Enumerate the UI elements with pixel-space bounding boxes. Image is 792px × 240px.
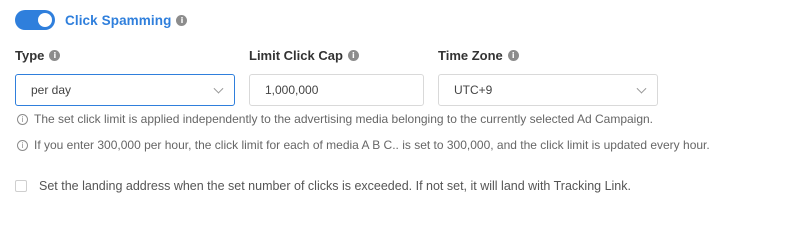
limit-click-cap-label: Limit Click Cap bbox=[249, 47, 343, 63]
limit-label-group: Limit Click Cap i bbox=[249, 46, 359, 64]
info-icon[interactable]: i bbox=[176, 14, 188, 26]
note-2-text: If you enter 300,000 per hour, the click… bbox=[34, 138, 710, 152]
landing-address-checkbox[interactable] bbox=[15, 180, 27, 192]
landing-address-option[interactable]: Set the landing address when the set num… bbox=[15, 177, 631, 195]
limit-info-icon[interactable]: i bbox=[347, 49, 359, 61]
type-info-icon[interactable]: i bbox=[49, 49, 61, 61]
click-spamming-toggle[interactable] bbox=[15, 10, 55, 30]
limit-click-cap-value: 1,000,000 bbox=[265, 83, 319, 97]
note-1-text: The set click limit is applied independe… bbox=[34, 112, 654, 126]
chevron-down-icon bbox=[636, 83, 647, 94]
note-1: i The set click limit is applied indepen… bbox=[17, 110, 653, 128]
landing-address-label: Set the landing address when the set num… bbox=[39, 179, 631, 193]
info-circle-icon: i bbox=[17, 113, 28, 125]
time-zone-label: Time Zone bbox=[438, 47, 503, 63]
timezone-info-icon[interactable]: i bbox=[507, 49, 519, 61]
time-zone-value: UTC+9 bbox=[454, 83, 493, 97]
note-2: i If you enter 300,000 per hour, the cli… bbox=[17, 136, 710, 154]
chevron-down-icon bbox=[213, 83, 224, 94]
toggle-knob bbox=[38, 13, 52, 27]
info-circle-icon: i bbox=[17, 139, 28, 151]
type-label-group: Type i bbox=[15, 46, 61, 64]
time-zone-select[interactable]: UTC+9 bbox=[438, 74, 658, 106]
click-spamming-title: Click Spamming bbox=[65, 12, 172, 28]
timezone-label-group: Time Zone i bbox=[438, 46, 519, 64]
click-spamming-header: Click Spamming i bbox=[15, 10, 188, 30]
type-select-value: per day bbox=[31, 83, 72, 97]
type-select[interactable]: per day bbox=[15, 74, 235, 106]
click-spamming-panel: Click Spamming i Type i Limit Click Cap … bbox=[0, 0, 792, 225]
type-label: Type bbox=[15, 47, 45, 63]
limit-click-cap-input[interactable]: 1,000,000 bbox=[249, 74, 424, 106]
